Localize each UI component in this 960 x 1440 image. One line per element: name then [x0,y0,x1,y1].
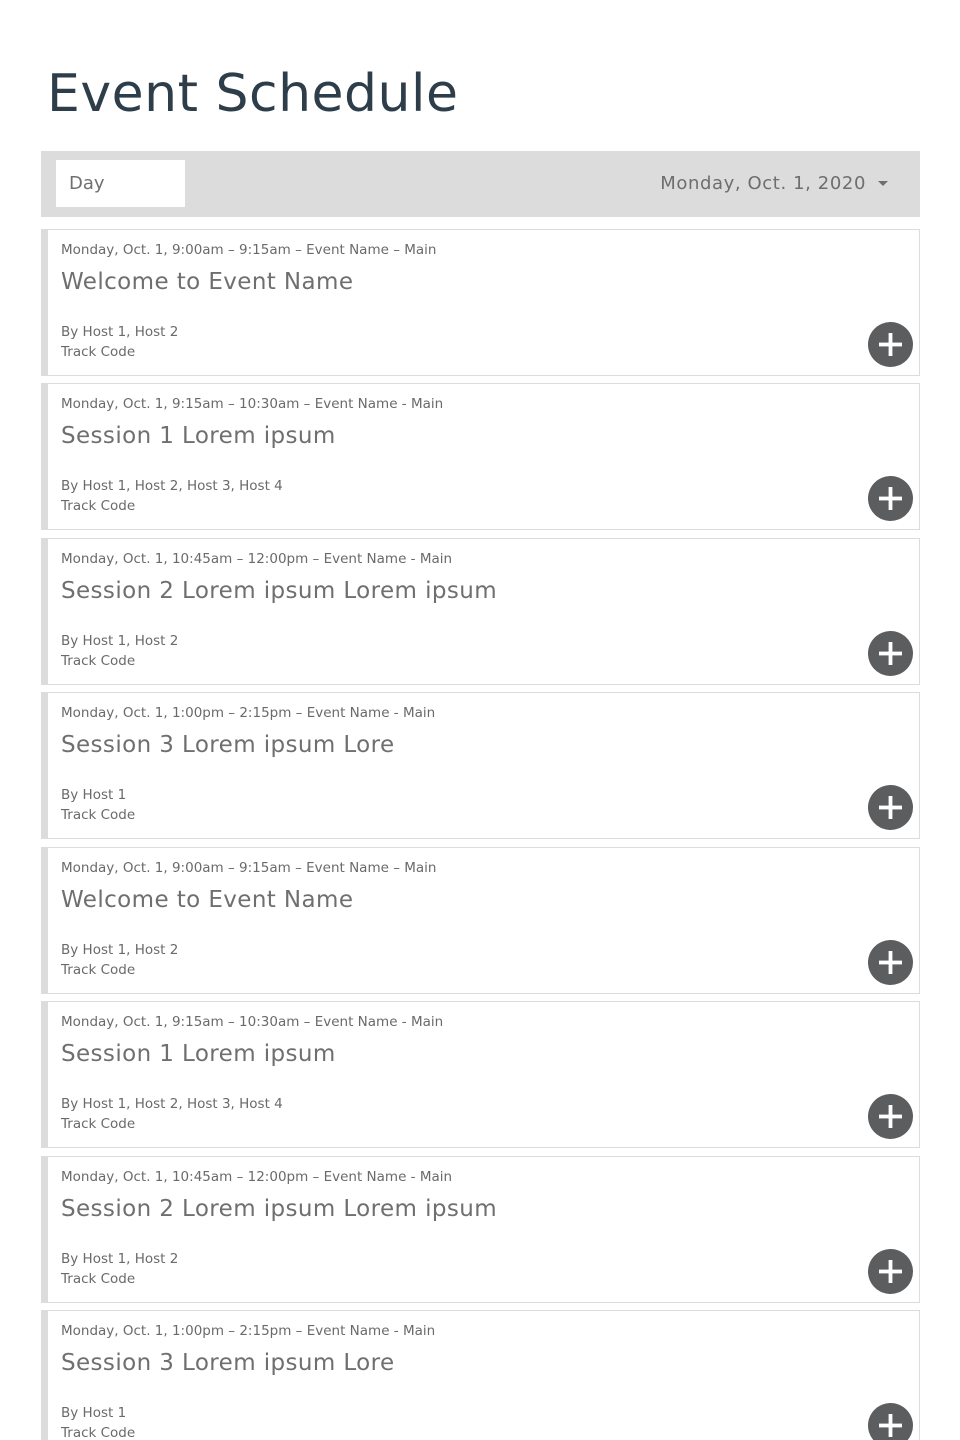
session-card[interactable]: Monday, Oct. 1, 1:00pm – 2:15pm – Event … [41,692,920,839]
session-card[interactable]: Monday, Oct. 1, 9:15am – 10:30am – Event… [41,383,920,530]
add-to-schedule-button[interactable] [868,322,913,367]
date-picker[interactable]: Monday, Oct. 1, 2020 [660,151,888,217]
session-hosts: By Host 1, Host 2, Host 3, Host 4 [61,1096,283,1112]
add-to-schedule-button[interactable] [868,785,913,830]
session-track: Track Code [61,1425,136,1440]
session-hosts: By Host 1, Host 2 [61,324,179,340]
session-title[interactable]: Session 3 Lorem ipsum Lore [61,1347,395,1379]
session-title[interactable]: Session 1 Lorem ipsum [61,1038,336,1070]
session-title[interactable]: Session 2 Lorem ipsum Lorem ipsum [61,575,497,607]
session-meta: Monday, Oct. 1, 9:00am – 9:15am – Event … [61,860,437,876]
view-select[interactable]: Day [56,160,185,207]
session-list: Monday, Oct. 1, 9:00am – 9:15am – Event … [41,229,920,1440]
session-track: Track Code [61,1271,136,1287]
session-hosts: By Host 1, Host 2 [61,1251,179,1267]
filter-bar: Day Monday, Oct. 1, 2020 [41,151,920,217]
plus-icon [879,487,902,510]
session-card[interactable]: Monday, Oct. 1, 9:00am – 9:15am – Event … [41,847,920,994]
date-picker-label: Monday, Oct. 1, 2020 [660,173,866,194]
session-meta: Monday, Oct. 1, 9:15am – 10:30am – Event… [61,1014,444,1030]
session-track: Track Code [61,344,136,360]
plus-icon [879,951,902,974]
session-meta: Monday, Oct. 1, 9:15am – 10:30am – Event… [61,396,444,412]
plus-icon [879,796,902,819]
schedule-page: Event Schedule Day Monday, Oct. 1, 2020 … [0,0,960,1440]
session-meta: Monday, Oct. 1, 1:00pm – 2:15pm – Event … [61,1323,436,1339]
session-track: Track Code [61,1116,136,1132]
session-hosts: By Host 1, Host 2 [61,633,179,649]
session-title[interactable]: Welcome to Event Name [61,266,353,298]
plus-icon [879,642,902,665]
add-to-schedule-button[interactable] [868,940,913,985]
session-title[interactable]: Session 3 Lorem ipsum Lore [61,729,395,761]
session-meta: Monday, Oct. 1, 10:45am – 12:00pm – Even… [61,551,453,567]
plus-icon [879,1105,902,1128]
session-hosts: By Host 1 [61,1405,127,1421]
session-meta: Monday, Oct. 1, 1:00pm – 2:15pm – Event … [61,705,436,721]
add-to-schedule-button[interactable] [868,476,913,521]
session-card[interactable]: Monday, Oct. 1, 10:45am – 12:00pm – Even… [41,1156,920,1303]
session-meta: Monday, Oct. 1, 9:00am – 9:15am – Event … [61,242,437,258]
session-title[interactable]: Session 2 Lorem ipsum Lorem ipsum [61,1193,497,1225]
add-to-schedule-button[interactable] [868,1403,913,1440]
session-card[interactable]: Monday, Oct. 1, 1:00pm – 2:15pm – Event … [41,1310,920,1440]
session-hosts: By Host 1, Host 2 [61,942,179,958]
session-card[interactable]: Monday, Oct. 1, 9:15am – 10:30am – Event… [41,1001,920,1148]
session-card[interactable]: Monday, Oct. 1, 9:00am – 9:15am – Event … [41,229,920,376]
add-to-schedule-button[interactable] [868,631,913,676]
session-track: Track Code [61,962,136,978]
session-title[interactable]: Welcome to Event Name [61,884,353,916]
page-title: Event Schedule [47,64,459,124]
session-track: Track Code [61,653,136,669]
session-hosts: By Host 1 [61,787,127,803]
caret-down-icon [878,180,888,186]
add-to-schedule-button[interactable] [868,1094,913,1139]
session-hosts: By Host 1, Host 2, Host 3, Host 4 [61,478,283,494]
add-to-schedule-button[interactable] [868,1249,913,1294]
session-track: Track Code [61,807,136,823]
session-card[interactable]: Monday, Oct. 1, 10:45am – 12:00pm – Even… [41,538,920,685]
plus-icon [879,1414,902,1437]
plus-icon [879,1260,902,1283]
session-title[interactable]: Session 1 Lorem ipsum [61,420,336,452]
session-track: Track Code [61,498,136,514]
plus-icon [879,333,902,356]
session-meta: Monday, Oct. 1, 10:45am – 12:00pm – Even… [61,1169,453,1185]
